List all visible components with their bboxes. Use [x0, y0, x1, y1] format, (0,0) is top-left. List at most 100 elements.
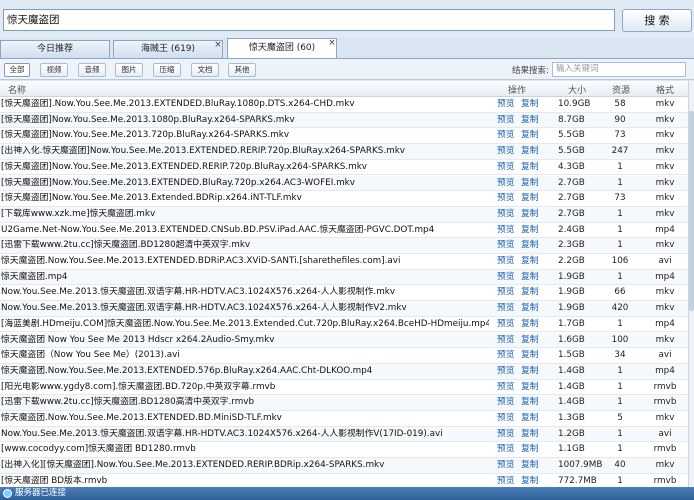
preview-link[interactable]: 预览	[497, 128, 517, 143]
column-header-name[interactable]: 名称	[8, 83, 26, 96]
preview-link[interactable]: 预览	[497, 160, 517, 175]
copy-link[interactable]: 复制	[521, 458, 541, 473]
table-row[interactable]: [海蓝美剧.HDmeiju.COM]惊天魔盗团.Now.You.See.Me.2…	[0, 317, 688, 333]
file-name[interactable]: [海蓝美剧.HDmeiju.COM]惊天魔盗团.Now.You.See.Me.2…	[1, 317, 489, 332]
filter-image-button[interactable]: 图片	[115, 63, 143, 77]
copy-link[interactable]: 复制	[521, 427, 541, 442]
preview-link[interactable]: 预览	[497, 97, 517, 112]
preview-link[interactable]: 预览	[497, 458, 517, 473]
table-row[interactable]: [阳光电影www.ygdy8.com].惊天魔盗团.BD.720p.中英双字幕.…	[0, 380, 688, 396]
file-name[interactable]: [惊天魔盗团].Now.You.See.Me.2013.EXTENDED.Blu…	[1, 97, 489, 112]
file-name[interactable]: [惊天魔盗团]Now.You.See.Me.2013.1080p.BluRay.…	[1, 113, 489, 128]
filter-archive-button[interactable]: 压缩	[153, 63, 181, 77]
result-search-input[interactable]: 输入关键词	[552, 62, 686, 77]
preview-link[interactable]: 预览	[497, 285, 517, 300]
preview-link[interactable]: 预览	[497, 333, 517, 348]
preview-link[interactable]: 预览	[497, 380, 517, 395]
file-name[interactable]: [迅雷下载www.2tu.cc]惊天魔盗团.BD1280超清中英双字.mkv	[1, 238, 489, 253]
table-row[interactable]: [出神入化][惊天魔盗团].Now.You.See.Me.2013.EXTEND…	[0, 458, 688, 474]
preview-link[interactable]: 预览	[497, 144, 517, 159]
file-name[interactable]: [惊天魔盗团]Now.You.See.Me.2013.720p.BluRay.x…	[1, 128, 489, 143]
copy-link[interactable]: 复制	[521, 191, 541, 206]
file-name[interactable]: [迅雷下载www.2tu.cc]惊天魔盗团.BD1280高清中英双字.rmvb	[1, 395, 489, 410]
column-header-format[interactable]: 格式	[656, 83, 674, 96]
copy-link[interactable]: 复制	[521, 317, 541, 332]
copy-link[interactable]: 复制	[521, 128, 541, 143]
preview-link[interactable]: 预览	[497, 238, 517, 253]
copy-link[interactable]: 复制	[521, 207, 541, 222]
copy-link[interactable]: 复制	[521, 380, 541, 395]
file-name[interactable]: [惊天魔盗团]Now.You.See.Me.2013.Extended.BDRi…	[1, 191, 489, 206]
file-name[interactable]: Now.You.See.Me.2013.惊天魔盗团.双语字幕.HR-HDTV.A…	[1, 427, 489, 442]
copy-link[interactable]: 复制	[521, 176, 541, 191]
file-name[interactable]: 惊天魔盗团.Now.You.See.Me.2013.EXTENDED.BDRiP…	[1, 254, 489, 269]
filter-other-button[interactable]: 其他	[228, 63, 256, 77]
filter-video-button[interactable]: 视频	[40, 63, 68, 77]
file-name[interactable]: 惊天魔盗团（Now You See Me）(2013).avi	[1, 348, 489, 363]
copy-link[interactable]: 复制	[521, 97, 541, 112]
preview-link[interactable]: 预览	[497, 395, 517, 410]
preview-link[interactable]: 预览	[497, 207, 517, 222]
preview-link[interactable]: 预览	[497, 411, 517, 426]
table-row[interactable]: [惊天魔盗团]Now.You.See.Me.2013.Extended.BDRi…	[0, 191, 688, 207]
file-name[interactable]: [下载库www.xzk.me]惊天魔盗团.mkv	[1, 207, 489, 222]
copy-link[interactable]: 复制	[521, 348, 541, 363]
search-input[interactable]: 惊天魔盗团	[3, 9, 615, 31]
table-row[interactable]: 惊天魔盗团.Now.You.See.Me.2013.EXTENDED.BD.Mi…	[0, 411, 688, 427]
table-row[interactable]: [惊天魔盗团].Now.You.See.Me.2013.EXTENDED.Blu…	[0, 97, 688, 113]
table-row[interactable]: Now.You.See.Me.2013.惊天魔盗团.双语字幕.HR-HDTV.A…	[0, 285, 688, 302]
copy-link[interactable]: 复制	[521, 364, 541, 379]
copy-link[interactable]: 复制	[521, 474, 541, 487]
file-name[interactable]: [出神入化.惊天魔盗团]Now.You.See.Me.2013.EXTENDED…	[1, 144, 489, 159]
table-row[interactable]: 惊天魔盗团 Now You See Me 2013 Hdscr x264.2Au…	[0, 332, 688, 349]
close-icon[interactable]: ×	[212, 39, 224, 51]
file-name[interactable]: [惊天魔盗团 BD版本.rmvb	[1, 474, 489, 487]
preview-link[interactable]: 预览	[497, 191, 517, 206]
close-icon[interactable]: ×	[326, 37, 338, 49]
preview-link[interactable]: 预览	[497, 270, 517, 285]
preview-link[interactable]: 预览	[497, 301, 517, 316]
table-row[interactable]: U2Game.Net-Now.You.See.Me.2013.EXTENDED.…	[0, 223, 688, 239]
table-row[interactable]: [下载库www.xzk.me]惊天魔盗团.mkv 预览 复制 2.7GB 1 mkv	[0, 206, 688, 223]
filter-all-button[interactable]: 全部	[4, 63, 30, 77]
table-row[interactable]: [惊天魔盗团]Now.You.See.Me.2013.720p.BluRay.x…	[0, 128, 688, 145]
preview-link[interactable]: 预览	[497, 348, 517, 363]
table-row[interactable]: [www.cocodyy.com]惊天魔盗团 BD1280.rmvb 预览 复制 1.…	[0, 442, 688, 459]
file-name[interactable]: [惊天魔盗团]Now.You.See.Me.2013.EXTENDED.RERI…	[1, 160, 489, 175]
file-name[interactable]: [www.cocodyy.com]惊天魔盗团 BD1280.rmvb	[1, 442, 489, 457]
file-name[interactable]: Now.You.See.Me.2013.惊天魔盗团.双语字幕.HR-HDTV.A…	[1, 301, 489, 316]
table-row[interactable]: 惊天魔盗团.mp4 预览 复制 1.9GB 1 mp4	[0, 269, 688, 286]
table-row[interactable]: Now.You.See.Me.2013.惊天魔盗团.双语字幕.HR-HDTV.A…	[0, 301, 688, 317]
copy-link[interactable]: 复制	[521, 270, 541, 285]
filter-audio-button[interactable]: 音频	[78, 63, 106, 77]
preview-link[interactable]: 预览	[497, 427, 517, 442]
table-row[interactable]: [惊天魔盗团]Now.You.See.Me.2013.EXTENDED.BluR…	[0, 175, 688, 192]
preview-link[interactable]: 预览	[497, 317, 517, 332]
file-name[interactable]: 惊天魔盗团.mp4	[1, 270, 489, 285]
file-name[interactable]: [阳光电影www.ygdy8.com].惊天魔盗团.BD.720p.中英双字幕.…	[1, 380, 489, 395]
file-name[interactable]: [惊天魔盗团]Now.You.See.Me.2013.EXTENDED.BluR…	[1, 176, 489, 191]
copy-link[interactable]: 复制	[521, 411, 541, 426]
tab-now-you-see-me[interactable]: 惊天魔盗团 (60) ×	[227, 38, 337, 58]
table-row[interactable]: [出神入化.惊天魔盗团]Now.You.See.Me.2013.EXTENDED…	[0, 144, 688, 160]
preview-link[interactable]: 预览	[497, 176, 517, 191]
file-name[interactable]: [出神入化][惊天魔盗团].Now.You.See.Me.2013.EXTEND…	[1, 458, 489, 473]
file-name[interactable]: Now.You.See.Me.2013.惊天魔盗团.双语字幕.HR-HDTV.A…	[1, 285, 489, 300]
copy-link[interactable]: 复制	[521, 285, 541, 300]
file-name[interactable]: 惊天魔盗团 Now You See Me 2013 Hdscr x264.2Au…	[1, 333, 489, 348]
search-button[interactable]: 搜 索	[622, 9, 692, 32]
column-header-size[interactable]: 大小	[568, 83, 586, 96]
preview-link[interactable]: 预览	[497, 254, 517, 269]
table-row[interactable]: [迅雷下载www.2tu.cc]惊天魔盗团.BD1280超清中英双字.mkv 预览…	[0, 238, 688, 254]
tab-today-recommend[interactable]: 今日推荐	[0, 40, 110, 58]
scroll-thumb[interactable]	[689, 111, 694, 311]
table-row[interactable]: [惊天魔盗团]Now.You.See.Me.2013.1080p.BluRay.…	[0, 112, 688, 129]
file-name[interactable]: U2Game.Net-Now.You.See.Me.2013.EXTENDED.…	[1, 223, 489, 238]
table-row[interactable]: Now.You.See.Me.2013.惊天魔盗团.双语字幕.HR-HDTV.A…	[0, 426, 688, 443]
filter-document-button[interactable]: 文档	[191, 63, 219, 77]
copy-link[interactable]: 复制	[521, 254, 541, 269]
preview-link[interactable]: 预览	[497, 474, 517, 487]
table-row[interactable]: [惊天魔盗团]Now.You.See.Me.2013.EXTENDED.RERI…	[0, 160, 688, 176]
file-name[interactable]: 惊天魔盗团.Now.You.See.Me.2013.EXTENDED.BD.Mi…	[1, 411, 489, 426]
preview-link[interactable]: 预览	[497, 442, 517, 457]
